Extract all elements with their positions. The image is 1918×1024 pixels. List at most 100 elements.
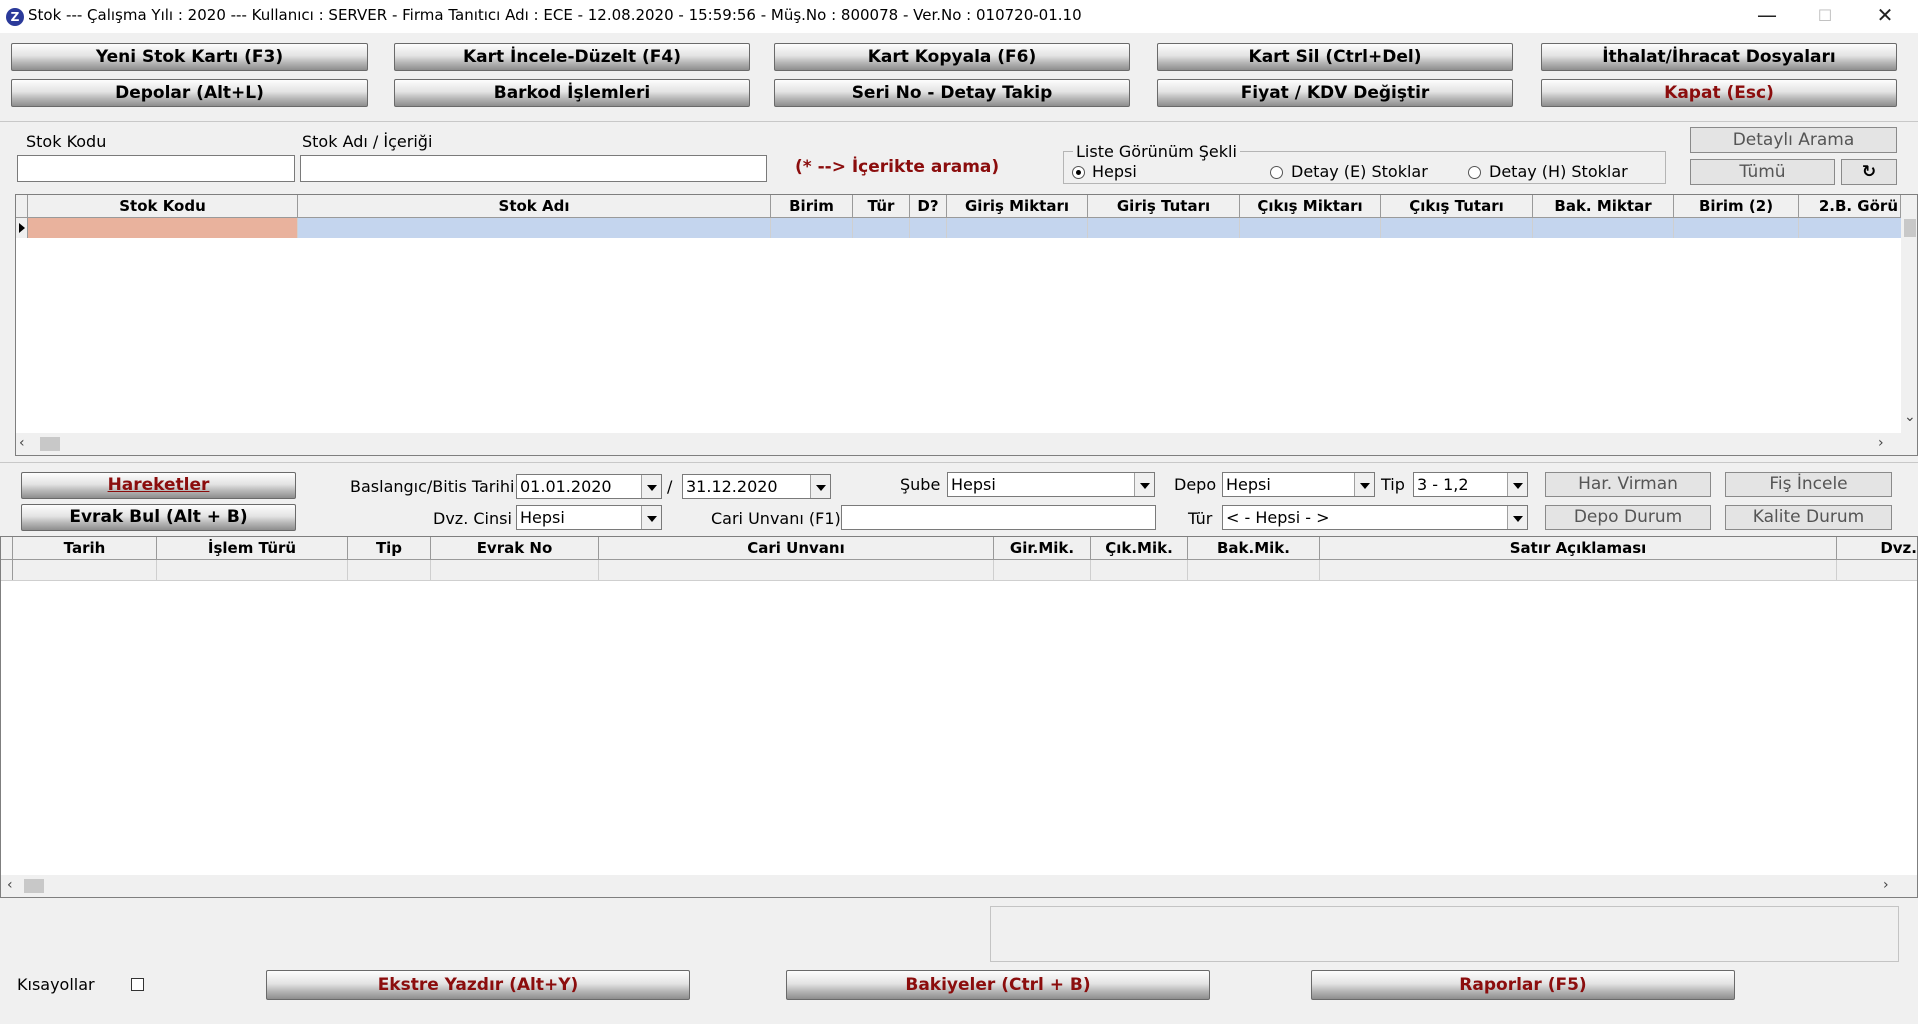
refresh-button[interactable]: ↻ [1841, 159, 1897, 185]
stock-grid[interactable]: Stok Kodu Stok Adı Birim Tür D? Giriş Mi… [15, 194, 1918, 456]
col-evrak-no[interactable]: Evrak No [431, 537, 599, 559]
har-virman-button[interactable]: Har. Virman [1545, 472, 1711, 497]
col-satir-aciklamasi[interactable]: Satır Açıklaması [1320, 537, 1837, 559]
dvz-cinsi-select[interactable]: Hepsi [516, 505, 662, 530]
ithalat-ihracat-button[interactable]: İthalat/İhracat Dosyaları [1541, 43, 1897, 71]
cell-birim[interactable] [771, 218, 853, 238]
movement-grid[interactable]: Tarih İşlem Türü Tip Evrak No Cari Unvan… [0, 536, 1918, 898]
col-cik-mik[interactable]: Çık.Mik. [1091, 537, 1188, 559]
radio-detay-e[interactable] [1270, 166, 1283, 179]
radio-detay-h[interactable] [1468, 166, 1481, 179]
col-bak-mik[interactable]: Bak.Mik. [1188, 537, 1320, 559]
tur-select[interactable]: < - Hepsi - > [1222, 505, 1528, 530]
cell-birim-2[interactable] [1674, 218, 1799, 238]
vscroll-thumb[interactable] [1904, 219, 1916, 237]
hareketler-button[interactable]: Hareketler [21, 472, 296, 499]
bakiyeler-button[interactable]: Bakiyeler (Ctrl + B) [786, 970, 1210, 1000]
dropdown-arrow-icon[interactable] [641, 506, 661, 529]
dropdown-arrow-icon[interactable] [641, 475, 661, 498]
tumu-button[interactable]: Tümü [1690, 159, 1835, 185]
scroll-left-icon[interactable]: ‹ [19, 435, 25, 451]
col-cikis-miktari[interactable]: Çıkış Miktarı [1240, 195, 1381, 217]
detayli-arama-button[interactable]: Detaylı Arama [1690, 127, 1897, 153]
depo-select[interactable]: Hepsi [1222, 472, 1375, 497]
depolar-button[interactable]: Depolar (Alt+L) [11, 79, 368, 107]
dropdown-arrow-icon[interactable] [1507, 473, 1527, 496]
dropdown-arrow-icon[interactable] [810, 475, 830, 498]
col-islem-turu[interactable]: İşlem Türü [157, 537, 348, 559]
fiyat-kdv-button[interactable]: Fiyat / KDV Değiştir [1157, 79, 1513, 107]
col-giris-miktari[interactable]: Giriş Miktarı [947, 195, 1088, 217]
col-stok-kodu[interactable]: Stok Kodu [28, 195, 298, 217]
yeni-stok-karti-button[interactable]: Yeni Stok Kartı (F3) [11, 43, 368, 71]
col-bak-miktar[interactable]: Bak. Miktar [1533, 195, 1674, 217]
start-date-picker[interactable]: 01.01.2020 [516, 474, 662, 499]
fis-incele-button[interactable]: Fiş İncele [1725, 472, 1892, 497]
col-tur[interactable]: Tür [853, 195, 910, 217]
dropdown-arrow-icon[interactable] [1507, 506, 1527, 529]
scroll-right-icon[interactable]: › [1878, 435, 1884, 451]
stock-grid-row[interactable] [16, 218, 1901, 238]
scroll-down-icon[interactable]: ⌄ [1904, 409, 1916, 425]
col-d[interactable]: D? [910, 195, 947, 217]
end-date-picker[interactable]: 31.12.2020 [682, 474, 831, 499]
kart-kopyala-button[interactable]: Kart Kopyala (F6) [774, 43, 1130, 71]
movement-grid-hscrollbar[interactable]: ‹ › [1, 875, 1917, 897]
radio-hepsi[interactable] [1072, 166, 1085, 179]
cell-cikis-miktari[interactable] [1240, 218, 1381, 238]
seri-no-detay-button[interactable]: Seri No - Detay Takip [774, 79, 1130, 107]
cell-cari-unvani[interactable] [599, 560, 994, 580]
stock-grid-hscrollbar[interactable]: ‹ › [16, 433, 1901, 455]
cell-islem-turu[interactable] [157, 560, 348, 580]
minimize-button[interactable]: — [1738, 0, 1796, 33]
scroll-left-icon[interactable]: ‹ [7, 877, 13, 893]
col-tip[interactable]: Tip [348, 537, 431, 559]
cell-bak-mik[interactable] [1188, 560, 1320, 580]
scroll-right-icon[interactable]: › [1883, 877, 1889, 893]
cell-evrak-no[interactable] [431, 560, 599, 580]
cell-tarih[interactable] [13, 560, 157, 580]
cari-unvani-input[interactable] [841, 505, 1156, 530]
kart-sil-button[interactable]: Kart Sil (Ctrl+Del) [1157, 43, 1513, 71]
cell-tur[interactable] [853, 218, 910, 238]
dropdown-arrow-icon[interactable] [1354, 473, 1374, 496]
hscroll-thumb[interactable] [40, 437, 60, 451]
kart-incele-duzelt-button[interactable]: Kart İncele-Düzelt (F4) [394, 43, 750, 71]
evrak-bul-button[interactable]: Evrak Bul (Alt + B) [21, 504, 296, 531]
sube-select[interactable]: Hepsi [947, 472, 1155, 497]
cell-giris-miktari[interactable] [947, 218, 1088, 238]
col-cikis-tutari[interactable]: Çıkış Tutarı [1381, 195, 1533, 217]
kisayollar-checkbox[interactable] [131, 978, 144, 991]
ekstre-yazdir-button[interactable]: Ekstre Yazdır (Alt+Y) [266, 970, 690, 1000]
cell-bak-miktar[interactable] [1533, 218, 1674, 238]
maximize-button[interactable]: ☐ [1796, 0, 1854, 33]
col-birim[interactable]: Birim [771, 195, 853, 217]
col-tarih[interactable]: Tarih [13, 537, 157, 559]
col-cari-unvani[interactable]: Cari Unvanı [599, 537, 994, 559]
kalite-durum-button[interactable]: Kalite Durum [1725, 505, 1892, 530]
col-birim-2[interactable]: Birim (2) [1674, 195, 1799, 217]
cell-tip[interactable] [348, 560, 431, 580]
col-2b-goru[interactable]: 2.B. Görü [1799, 195, 1901, 217]
cell-cikis-tutari[interactable] [1381, 218, 1533, 238]
cell-cik-mik[interactable] [1091, 560, 1188, 580]
raporlar-button[interactable]: Raporlar (F5) [1311, 970, 1735, 1000]
col-gir-mik[interactable]: Gir.Mik. [994, 537, 1091, 559]
col-stok-adi[interactable]: Stok Adı [298, 195, 771, 217]
kapat-button[interactable]: Kapat (Esc) [1541, 79, 1897, 107]
hscroll-thumb[interactable] [24, 879, 44, 893]
tip-select[interactable]: 3 - 1,2 [1413, 472, 1528, 497]
col-dvz[interactable]: Dvz. [1837, 537, 1917, 559]
depo-durum-button[interactable]: Depo Durum [1545, 505, 1711, 530]
stock-grid-vscrollbar[interactable]: ⌄ [1901, 195, 1917, 455]
col-giris-tutari[interactable]: Giriş Tutarı [1088, 195, 1240, 217]
cell-stok-kodu[interactable] [28, 218, 298, 238]
cell-stok-adi[interactable] [298, 218, 771, 238]
stok-adi-input[interactable] [300, 155, 767, 182]
cell-giris-tutari[interactable] [1088, 218, 1240, 238]
cell-gir-mik[interactable] [994, 560, 1091, 580]
barkod-islemleri-button[interactable]: Barkod İşlemleri [394, 79, 750, 107]
movement-grid-row[interactable] [1, 560, 1917, 581]
dropdown-arrow-icon[interactable] [1134, 473, 1154, 496]
stok-kodu-input[interactable] [17, 155, 295, 182]
